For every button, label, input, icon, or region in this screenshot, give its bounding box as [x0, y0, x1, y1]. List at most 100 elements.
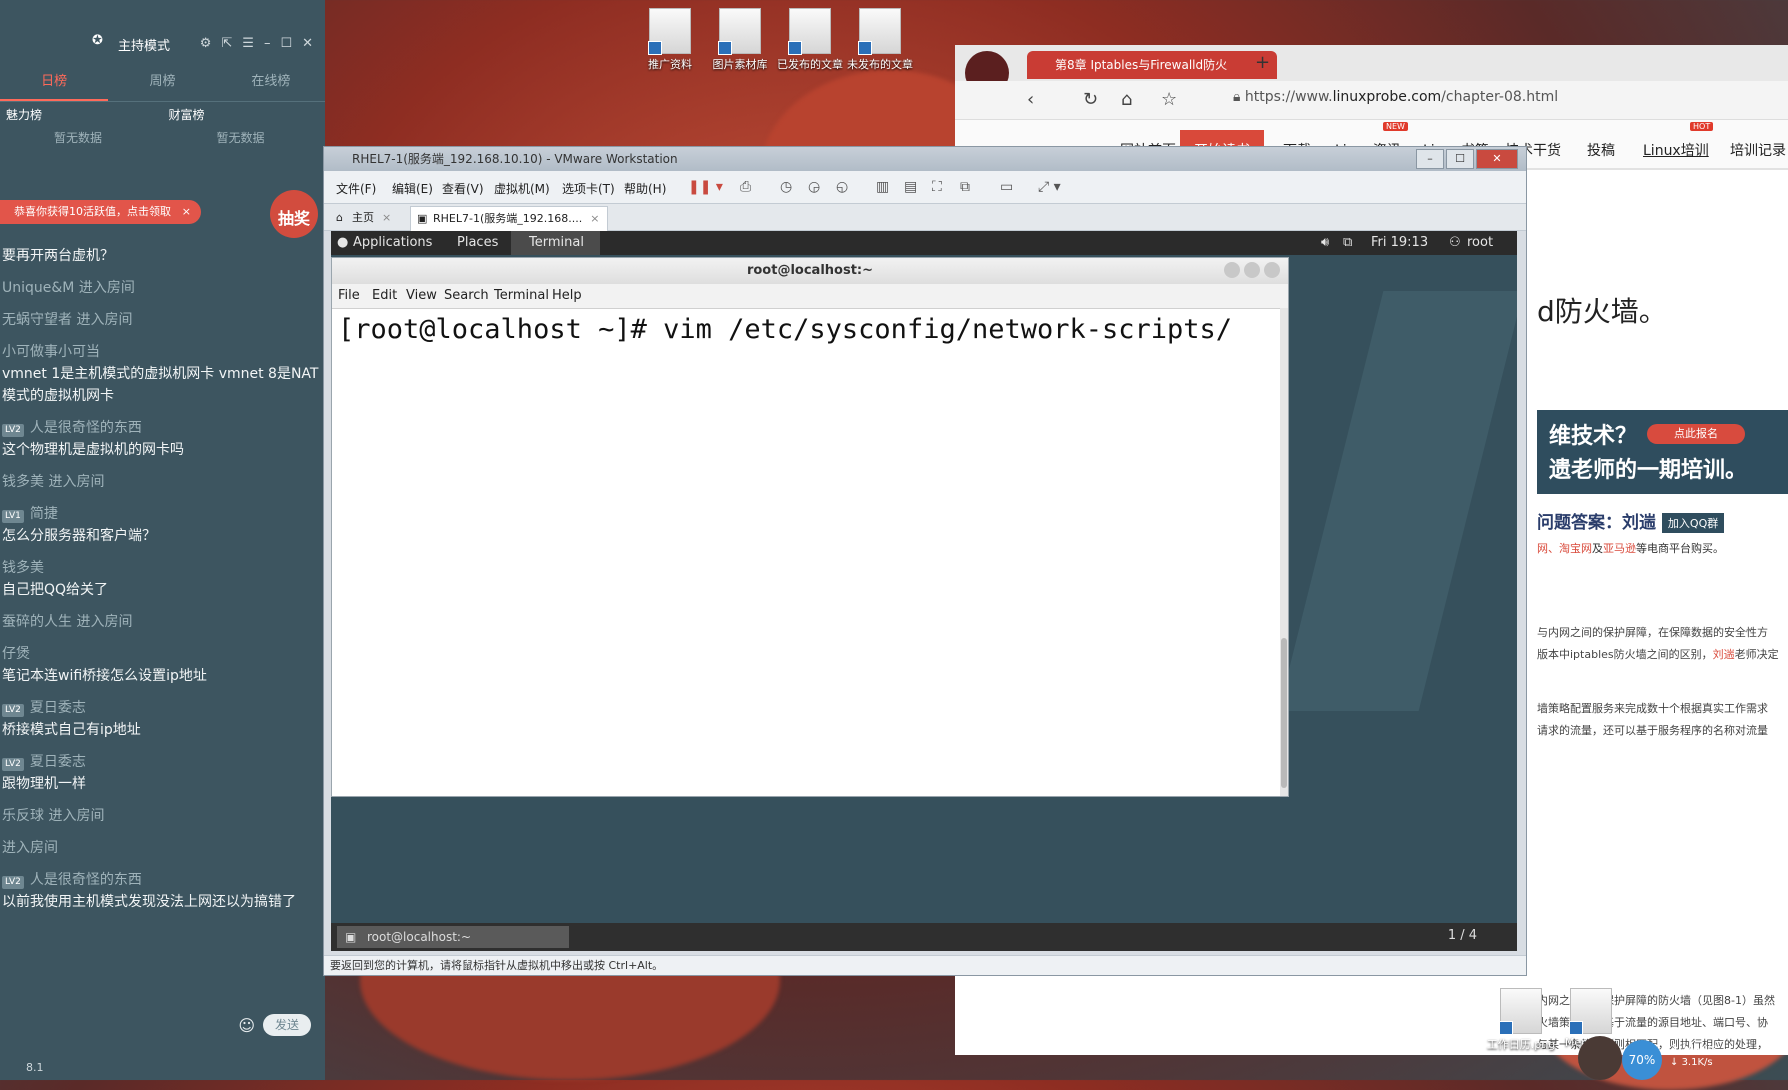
snapshot-icon[interactable]: ◷	[780, 179, 792, 195]
desktop-icon-promo-materials[interactable]: 推广资料	[635, 8, 705, 72]
settings-icon[interactable]: ⚙	[200, 36, 212, 51]
terminal-menu-edit[interactable]: Edit	[372, 288, 397, 303]
terminal-title: root@localhost:~	[746, 263, 874, 278]
minimize-icon[interactable]: –	[264, 36, 271, 51]
user-menu[interactable]: root	[1467, 231, 1493, 255]
menu-edit[interactable]: 编辑(E)	[392, 180, 433, 197]
home-icon[interactable]: ⌂	[1121, 89, 1132, 110]
desktop-icon-published-articles[interactable]: 已发布的文章	[775, 8, 845, 72]
tab-daily[interactable]: 日榜	[0, 66, 109, 101]
chat-list: 要再开两台虚机？ Unique&M 进入房间 无蜗守望者 进入房间 小可做事小可…	[0, 245, 320, 923]
close-button[interactable]: ✕	[1476, 149, 1518, 169]
chat-message: LV1 简捷 怎么分服务器和客户端？	[2, 506, 156, 544]
level-badge: LV2	[2, 704, 24, 717]
thumbnail-view-icon[interactable]: ▤	[904, 179, 917, 195]
wealth-rank-title: 财富榜	[168, 108, 205, 122]
terminal-close-button[interactable]	[1264, 262, 1280, 278]
desktop-icon-work-calendar[interactable]: 工作日历.png	[1486, 988, 1556, 1052]
terminal-maximize-button[interactable]	[1244, 262, 1260, 278]
hot-badge: HOT	[1690, 122, 1714, 131]
signup-button[interactable]: 点此报名	[1647, 424, 1745, 444]
workspace-indicator[interactable]: 1 / 4	[1448, 928, 1477, 943]
maximize-icon[interactable]: ☐	[280, 36, 292, 51]
training-banner[interactable]: 维技术？ 点此报名 遗老师的一期培训。	[1537, 410, 1788, 494]
share-icon[interactable]: ⇱	[221, 36, 232, 51]
cpu-usage-badge[interactable]: 70%	[1622, 1040, 1662, 1080]
taskbar-terminal-item[interactable]: ▣ root@localhost:~	[337, 926, 569, 948]
desktop-icon-image-library[interactable]: 图片素材库	[705, 8, 775, 72]
bookmark-star-icon[interactable]: ☆	[1161, 89, 1177, 110]
vmware-titlebar: RHEL7-1(服务端_192.168.10.10) - VMware Work…	[324, 147, 1526, 171]
stretch-view-icon[interactable]: ⤢ ▾	[1038, 179, 1061, 195]
live-stream-panel: ✪ 主持模式 ⚙ ⇱ ☰ – ☐ ✕ 日榜 周榜 在线榜 魅力榜 暂无数据 财富…	[0, 0, 325, 1080]
tab-vm-rhel7[interactable]: ▣ RHEL7-1(服务端_192.168.... ×	[410, 206, 609, 231]
places-menu[interactable]: Places	[457, 231, 498, 255]
nav-linux-training[interactable]: Linux培训	[1643, 140, 1709, 160]
menu-vm[interactable]: 虚拟机(M)	[494, 180, 550, 197]
scrollbar-thumb[interactable]	[1281, 638, 1287, 788]
fullscreen-icon[interactable]: ⛶	[932, 179, 942, 195]
terminal-icon: ▣	[345, 930, 357, 944]
chat-message: 蚕碎的人生 进入房间	[2, 614, 133, 630]
network-icon[interactable]: ⧉	[1343, 231, 1352, 255]
pause-icon[interactable]: ❚❚ ▾	[688, 179, 723, 195]
desktop-icon-unpublished-articles[interactable]: 未发布的文章	[845, 8, 915, 72]
address-bar[interactable]: 🔒︎ https://www.linuxprobe.com/chapter-08…	[1233, 89, 1558, 105]
new-tab-icon[interactable]: +	[1255, 52, 1270, 73]
library-view-icon[interactable]: ▥	[876, 179, 889, 195]
tab-online[interactable]: 在线榜	[217, 66, 325, 101]
charm-rank-empty: 暂无数据	[54, 131, 103, 145]
browser-tab-active[interactable]: 第8章 Iptables与Firewalld防火	[1027, 51, 1277, 79]
terminal-menu-search[interactable]: Search	[444, 288, 489, 303]
minimize-button[interactable]: –	[1416, 149, 1444, 169]
terminal-menu-help[interactable]: Help	[552, 288, 582, 303]
menu-icon[interactable]: ☰	[242, 36, 254, 51]
nav-submit[interactable]: 投稿	[1587, 140, 1615, 160]
join-qq-group-button[interactable]: 加入QQ群	[1661, 513, 1725, 533]
tab-home[interactable]: ⌂ 主页 ×	[330, 206, 399, 230]
promo-close-icon[interactable]: ×	[182, 200, 191, 224]
applications-menu[interactable]: Applications	[353, 231, 432, 255]
vmware-tabs: ⌂ 主页 × ▣ RHEL7-1(服务端_192.168.... ×	[324, 204, 1526, 231]
menu-file[interactable]: 文件(F)	[336, 180, 376, 197]
vm-guest-screen[interactable]: ● Applications Places Terminal 🔊︎ ⧉ Fri …	[331, 231, 1517, 951]
activity-reward-banner[interactable]: 恭喜你获得10活跃值，点击领取 ×	[0, 200, 201, 224]
wealth-rank: 财富榜 暂无数据	[163, 106, 326, 146]
volume-icon[interactable]: 🔊︎	[1321, 231, 1329, 255]
menu-tabs[interactable]: 选项卡(T)	[562, 180, 615, 197]
terminal-menu-terminal[interactable]: Terminal	[494, 288, 549, 303]
clock[interactable]: Fri 19:13	[1371, 231, 1428, 255]
send-button[interactable]: 发送	[263, 1014, 311, 1036]
menu-view[interactable]: 查看(V)	[442, 180, 484, 197]
maximize-button[interactable]: ☐	[1446, 149, 1474, 169]
terminal-app-menu[interactable]: Terminal	[511, 231, 600, 255]
terminal-minimize-button[interactable]	[1224, 262, 1240, 278]
terminal-scrollbar[interactable]	[1280, 308, 1288, 796]
taobao-link[interactable]: 淘宝网	[1559, 542, 1592, 555]
nav-training-records[interactable]: 培训记录	[1730, 140, 1786, 160]
reload-icon[interactable]: ↻	[1083, 89, 1098, 110]
console-icon[interactable]: ▭	[1000, 179, 1013, 195]
emoji-icon[interactable]: ☺	[238, 1016, 255, 1035]
close-tab-icon[interactable]: ×	[590, 212, 599, 225]
unity-icon[interactable]: ⧉	[960, 179, 970, 195]
menu-help[interactable]: 帮助(H)	[624, 180, 666, 197]
terminal-output[interactable]: [root@localhost ~]# vim /etc/sysconfig/n…	[332, 308, 1280, 796]
tab-weekly[interactable]: 周榜	[108, 66, 216, 101]
vm-icon: ▣	[417, 212, 428, 225]
close-tab-icon[interactable]: ×	[382, 211, 391, 224]
amazon-link[interactable]: 亚马逊	[1603, 542, 1636, 555]
live-logo-icon: ✪	[92, 33, 103, 48]
terminal-menu-view[interactable]: View	[406, 288, 437, 303]
paragraph-line: 与内网之间的保护屏障，在保障数据的安全性方	[1537, 626, 1768, 639]
close-icon[interactable]: ✕	[302, 36, 313, 51]
revert-snapshot-icon[interactable]: ◶	[808, 179, 820, 195]
webcam-avatar	[1578, 1036, 1622, 1080]
chat-message: 钱多美 进入房间	[2, 474, 105, 490]
paragraph-line: 请求的流量，还可以基于服务程序的名称对流量	[1537, 724, 1768, 737]
snapshot-manager-icon[interactable]: ◵	[836, 179, 848, 195]
terminal-menu-file[interactable]: File	[338, 288, 360, 303]
send-ctrl-alt-del-icon[interactable]: ⎙	[740, 179, 751, 195]
back-icon[interactable]: ‹	[1027, 89, 1034, 110]
lottery-button[interactable]: 抽奖	[270, 190, 318, 238]
